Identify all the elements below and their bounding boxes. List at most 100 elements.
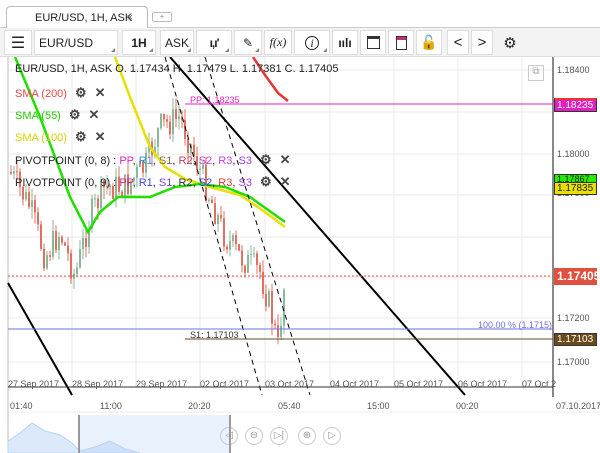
candle-body	[232, 235, 234, 242]
time-tick: 07.10.2017	[556, 401, 600, 411]
sma-100-legend[interactable]: SMA (100) ⚙ ✕	[15, 129, 106, 145]
calendar-button[interactable]	[360, 30, 386, 55]
candle-body	[220, 215, 222, 219]
channel-line-dashed	[204, 57, 311, 396]
instrument-label: EUR/USD	[39, 35, 94, 50]
candle-body	[85, 238, 87, 248]
new-tab-button[interactable]: +	[152, 12, 172, 22]
close-icon[interactable]: ✕	[95, 129, 106, 145]
sma-200-legend[interactable]: SMA (200) ⚙ ✕	[15, 85, 106, 101]
candle-body	[211, 199, 213, 204]
info-icon: i	[305, 35, 319, 50]
chart-tab[interactable]: EUR/USD, 1H, ASK ×	[6, 6, 148, 29]
gear-icon[interactable]: ⚙	[260, 174, 272, 190]
price-tick: 1.18400	[557, 65, 590, 75]
candle-body	[208, 199, 210, 202]
info-button[interactable]: i	[294, 30, 330, 55]
date-tick: 07 Oct 2	[522, 379, 557, 389]
gear-icon[interactable]: ⚙	[75, 85, 87, 101]
pivot-level-r2: R2	[178, 155, 193, 167]
time-tick: 15:00	[367, 401, 390, 411]
candle-body	[229, 241, 231, 250]
side-select[interactable]: ASK	[160, 30, 194, 55]
indicators-button[interactable]: f(x)	[264, 30, 292, 55]
volume-button[interactable]: ıılı	[332, 30, 358, 55]
navigator-window[interactable]	[78, 415, 230, 453]
scroll-left-button[interactable]: <	[447, 30, 469, 55]
candle-body	[64, 242, 66, 246]
pivot-level-s1: S1	[158, 177, 173, 189]
candle-body	[250, 254, 252, 256]
pivot-level-r2: R2	[178, 177, 193, 189]
report-button[interactable]	[388, 30, 414, 55]
price-tick: 1.17000	[557, 357, 590, 367]
date-tick: 02 Oct 2017	[200, 379, 250, 389]
popout-icon[interactable]: ⧉	[528, 65, 544, 81]
chevron-right-icon: >	[477, 34, 487, 51]
chart-area[interactable]: EUR/USD, 1H, ASK O. 1.17434 H. 1.17479 L…	[0, 57, 600, 453]
close-icon[interactable]: ✕	[95, 85, 106, 101]
candle-body	[94, 198, 96, 200]
sma-100-label: SMA (100)	[15, 132, 67, 144]
pivot-level-r3: R3	[218, 177, 233, 189]
candle-body	[46, 255, 48, 269]
pivot-level-pp: PP	[119, 177, 133, 189]
pivot-2-legend[interactable]: PIVOTPOINT (0, 9) : PP, R1, S1, R2, S2, …	[15, 174, 291, 190]
menu-button[interactable]: ☰	[4, 30, 32, 55]
candle-body	[187, 138, 189, 154]
calendar-icon	[366, 36, 380, 49]
date-tick: 06 Oct 2017	[458, 379, 508, 389]
candle-body	[31, 200, 33, 208]
lock-button[interactable]: 🔓	[416, 30, 442, 55]
chevron-left-icon: <	[453, 34, 463, 51]
candle-body	[175, 109, 177, 119]
date-tick: 03 Oct 2017	[265, 379, 315, 389]
close-icon[interactable]: ✕	[280, 174, 291, 190]
date-tick: 04 Oct 2017	[330, 379, 380, 389]
pencil-icon: ✎	[242, 35, 254, 50]
pp-annotation: PP: 1.18235	[190, 95, 240, 105]
candle-body	[244, 265, 246, 273]
sma-55-label: SMA (55)	[15, 110, 61, 122]
sma-55-legend[interactable]: SMA (55) ⚙ ✕	[15, 107, 99, 123]
sma-200-label: SMA (200)	[15, 88, 67, 100]
scroll-right-button[interactable]: >	[471, 30, 493, 55]
candle-body	[70, 253, 72, 279]
gear-icon: ⚙	[503, 34, 517, 52]
period-select[interactable]: 1H	[122, 30, 156, 55]
gear-icon[interactable]: ⚙	[260, 152, 272, 168]
candle-body	[43, 248, 45, 269]
pivot-1-legend[interactable]: PIVOTPOINT (0, 8) : PP, R1, S1, R2, S2, …	[15, 152, 291, 168]
candle-body	[52, 231, 54, 257]
close-tab-icon[interactable]: ×	[127, 12, 133, 24]
tab-title: EUR/USD, 1H, ASK	[35, 12, 133, 24]
navigator[interactable]	[0, 415, 600, 453]
time-tick: 05:40	[278, 401, 301, 411]
candle-body	[235, 235, 237, 245]
time-tick: 20:20	[188, 401, 211, 411]
close-icon[interactable]: ✕	[280, 152, 291, 168]
close-icon[interactable]: ✕	[89, 107, 100, 123]
instrument-select[interactable]: EUR/USD	[34, 30, 118, 55]
time-tick: 01:40	[10, 401, 33, 411]
candle-body	[25, 192, 27, 200]
gear-icon[interactable]: ⚙	[69, 107, 81, 123]
candle-body	[58, 236, 60, 251]
candle-body	[274, 323, 276, 326]
settings-button[interactable]: ⚙	[498, 30, 522, 55]
pivot-level-r1: R1	[138, 155, 153, 167]
drawing-tools-button[interactable]: ✎	[234, 30, 262, 55]
candle-body	[61, 236, 63, 243]
pivot-level-s1: S1	[158, 155, 173, 167]
pivot-level-s2: S2	[198, 177, 213, 189]
candle-body	[223, 218, 225, 247]
gear-icon[interactable]: ⚙	[75, 129, 87, 145]
hamburger-icon: ☰	[10, 34, 26, 52]
chart-type-button[interactable]: ı,ı'	[196, 30, 232, 55]
candle-body	[217, 215, 219, 225]
candle-body	[16, 171, 18, 173]
candle-body	[214, 203, 216, 225]
candle-body	[67, 245, 69, 254]
candle-body	[76, 267, 78, 274]
bar-chart-icon: ıılı	[338, 35, 352, 50]
